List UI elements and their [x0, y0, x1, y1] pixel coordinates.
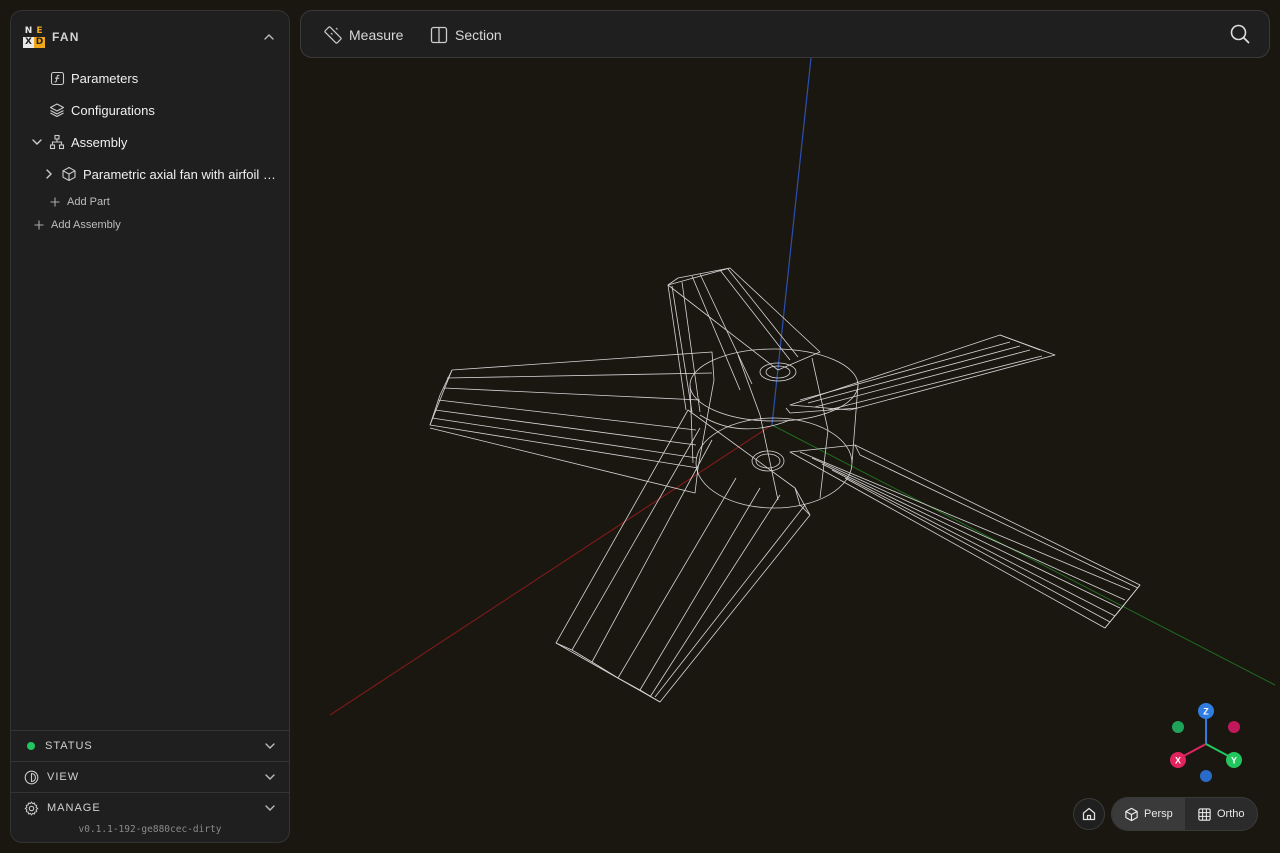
- status-label: STATUS: [45, 740, 93, 752]
- sidebar-header: N E X D FAN: [23, 25, 279, 49]
- search-button[interactable]: [1229, 23, 1251, 45]
- gizmo-neg-z[interactable]: [1200, 770, 1212, 782]
- projection-toggle: Persp Ortho: [1111, 797, 1258, 831]
- orthographic-label: Ortho: [1217, 808, 1245, 820]
- plus-icon: [50, 197, 60, 207]
- status-section[interactable]: STATUS: [11, 730, 289, 761]
- section-label: Section: [455, 27, 502, 43]
- function-icon: [49, 70, 65, 86]
- tree-item-assembly[interactable]: Assembly: [29, 131, 127, 153]
- x-axis-line: [329, 424, 773, 716]
- home-view-button[interactable]: [1073, 798, 1105, 830]
- measure-label: Measure: [349, 27, 404, 43]
- status-indicator: [27, 742, 35, 750]
- gizmo-y-label: Y: [1231, 756, 1237, 766]
- section-button[interactable]: Section: [429, 23, 502, 47]
- chevron-up-icon: [264, 34, 274, 40]
- tree-item-label: Parametric axial fan with airfoil …: [83, 166, 276, 182]
- tree-item-label: Assembly: [71, 134, 128, 150]
- add-assembly-label: Add Assembly: [51, 219, 121, 231]
- chevron-down-icon: [265, 743, 275, 749]
- tree-item-label: Configurations: [71, 102, 155, 118]
- tree-item-label: Parameters: [71, 70, 139, 86]
- cube-icon: [61, 166, 77, 182]
- top-toolbar: Measure Section: [300, 10, 1270, 58]
- perspective-label: Persp: [1144, 808, 1173, 820]
- chevron-down-icon[interactable]: [29, 134, 45, 150]
- logo-letter: E: [36, 26, 43, 36]
- gear-icon: [24, 801, 39, 815]
- fan-wireframe: [429, 267, 1141, 703]
- hierarchy-icon: [49, 134, 65, 150]
- version-string: v0.1.1-192-ge880cec-dirty: [78, 824, 222, 835]
- cube-icon: [1125, 807, 1138, 821]
- view-icon: [24, 770, 39, 784]
- plus-icon: [34, 220, 44, 230]
- grid-icon: [1198, 807, 1211, 821]
- logo-letter: X: [23, 37, 34, 48]
- collapse-sidebar-button[interactable]: [259, 27, 279, 47]
- gizmo-x-label: X: [1175, 756, 1181, 766]
- measure-button[interactable]: Measure: [323, 23, 403, 47]
- app-logo: N E X D: [23, 26, 45, 48]
- add-part-label: Add Part: [67, 196, 110, 208]
- chevron-down-icon: [265, 774, 275, 780]
- perspective-button[interactable]: Persp: [1112, 798, 1185, 830]
- tree-item-configurations[interactable]: Configurations: [49, 99, 155, 121]
- view-section[interactable]: VIEW: [11, 761, 289, 792]
- gizmo-neg-x[interactable]: [1228, 721, 1240, 733]
- view-label: VIEW: [47, 771, 80, 783]
- add-part-button[interactable]: Add Part: [49, 194, 110, 210]
- manage-label: MANAGE: [47, 802, 101, 814]
- search-icon: [1230, 24, 1250, 44]
- sidebar: N E X D FAN Parameters Configurations As…: [10, 10, 290, 843]
- layers-icon: [49, 102, 65, 118]
- gizmo-z-label: Z: [1203, 707, 1209, 717]
- orientation-gizmo[interactable]: Z X Y: [1164, 700, 1248, 784]
- chevron-right-icon[interactable]: [41, 166, 57, 182]
- project-name: FAN: [52, 30, 80, 44]
- chevron-down-icon: [265, 805, 275, 811]
- home-icon: [1082, 807, 1096, 821]
- tree-item-parameters[interactable]: Parameters: [49, 67, 138, 89]
- add-assembly-button[interactable]: Add Assembly: [33, 217, 121, 233]
- orthographic-button[interactable]: Ortho: [1185, 798, 1257, 830]
- y-axis-line: [771, 424, 1276, 686]
- ruler-icon: [324, 26, 342, 44]
- manage-section[interactable]: MANAGE: [11, 792, 289, 823]
- section-icon: [430, 26, 448, 44]
- logo-letter: D: [34, 37, 45, 48]
- logo-letter: N: [24, 26, 33, 36]
- tree-item-part[interactable]: Parametric axial fan with airfoil …: [41, 163, 276, 185]
- gizmo-neg-y[interactable]: [1172, 721, 1184, 733]
